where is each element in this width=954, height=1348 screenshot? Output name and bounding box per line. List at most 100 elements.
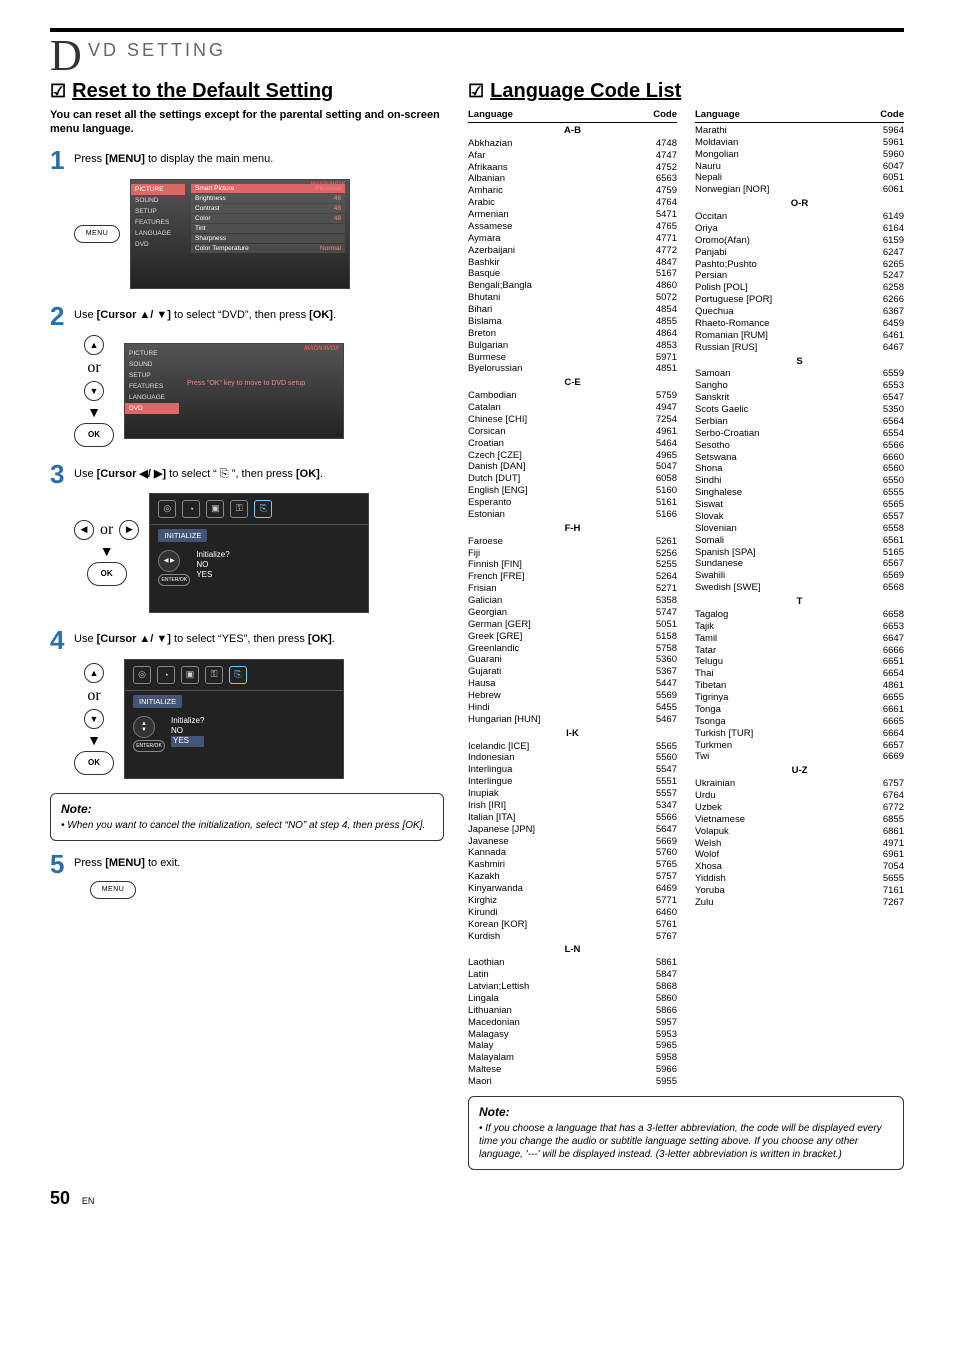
tv-main-menu: MAGNAVOX PICTURESOUNDSETUPFEATURESLANGUA… (130, 179, 350, 289)
lang-row: Dutch [DUT]6058 (468, 473, 677, 485)
step-3-text: Use [Cursor ◀/ ▶] to select “ ⎘ ”, then … (74, 461, 323, 481)
lang-row: Czech [CZE]4965 (468, 450, 677, 462)
lang-row: Volapuk6861 (695, 826, 904, 838)
t: [OK] (296, 468, 320, 480)
reset-intro: You can reset all the settings except fo… (50, 109, 444, 137)
step-4: 4 Use [Cursor ▲/ ▼] to select “YES”, the… (50, 627, 444, 653)
lang-row: Serbian6564 (695, 416, 904, 428)
arrow-down-icon: ▼ (100, 544, 114, 558)
lang-row: Gujarati5367 (468, 666, 677, 678)
step-1-text: Press [MENU] to display the main menu. (74, 147, 273, 165)
lang-row: Latvian;Lettish5868 (468, 981, 677, 993)
step-5: 5 Press [MENU] to exit. (50, 851, 444, 877)
lang-row: Kurdish5767 (468, 931, 677, 943)
step-3-num: 3 (50, 461, 74, 487)
cursor-down-button[interactable]: ▼ (84, 381, 104, 401)
tv-side-item: SOUND (125, 359, 179, 370)
lang-row: Greek [GRE]5158 (468, 631, 677, 643)
lang-row: Kinyarwanda6469 (468, 883, 677, 895)
lang-row: Yoruba7161 (695, 885, 904, 897)
lang-row: Tajik6653 (695, 621, 904, 633)
lang-row: Abkhazian4748 (468, 138, 677, 150)
cursor-left-button[interactable]: ◀ (74, 520, 94, 540)
lang-row: Hungarian [HUN]5467 (468, 714, 677, 726)
lang-group-label: O-R (695, 198, 904, 210)
lang-row: Italian [ITA]5566 (468, 812, 677, 824)
lang-row: Amharic4759 (468, 185, 677, 197)
t: Use (74, 468, 97, 480)
dvd-setup-screen: ◎ ◔ ▣ ⚿ ⎘ INITIALIZE ◀ ▶ ENTER/OK Initia (149, 493, 369, 613)
lang-row: Interlingua5547 (468, 764, 677, 776)
title-initial: D (50, 30, 82, 81)
init-yes: YES (196, 570, 229, 580)
tv-menu-rows: Smart PicturePersonalBrightness46Contras… (191, 184, 345, 254)
lang-row: Breton4864 (468, 328, 677, 340)
lang-row: Bihari4854 (468, 304, 677, 316)
lang-row: Romanian [RUM]6461 (695, 330, 904, 342)
t: [Cursor ▲/ ▼] (97, 309, 171, 321)
enter-ok-label: ENTER/OK (133, 740, 165, 752)
tv-side-item: FEATURES (131, 217, 185, 228)
lang-row: Xhosa7054 (695, 861, 904, 873)
col-head-code: Code (653, 109, 677, 121)
dvd-tab-icons: ◎ ◔ ▣ ⚿ ⎘ (150, 494, 368, 525)
step-4-graphic: ▲ or ▼ ▼ OK ◎ ◔ ▣ ⚿ ⎘ INITIALIZE (74, 659, 444, 779)
lang-row: Swedish [SWE]6568 (695, 582, 904, 594)
tv-side-item: SOUND (131, 195, 185, 206)
lang-row: Tonga6661 (695, 704, 904, 716)
lang-row: Setswana6660 (695, 452, 904, 464)
t: . (333, 309, 336, 321)
lang-row: Faroese5261 (468, 536, 677, 548)
note-title: Note: (479, 1105, 893, 1119)
menu-button[interactable]: MENU (74, 225, 120, 243)
enter-ok-label: ENTER/OK (158, 574, 190, 586)
step-4-text: Use [Cursor ▲/ ▼] to select “YES”, then … (74, 627, 335, 645)
step-3-graphic: ◀ or ▶ ▼ OK ◎ ◔ ▣ ⚿ ⎘ INITIALIZE (74, 493, 444, 613)
t: ”, then press (229, 468, 296, 480)
lang-row: Catalan4947 (468, 402, 677, 414)
step-2-num: 2 (50, 303, 74, 329)
ok-button[interactable]: OK (74, 423, 114, 447)
dvd-tab-icons: ◎ ◔ ▣ ⚿ ⎘ (125, 660, 343, 691)
init-icon: ⎘ (220, 468, 229, 480)
init-tab-label: INITIALIZE (133, 695, 182, 708)
cursor-down-button[interactable]: ▼ (84, 709, 104, 729)
lang-row: Esperanto5161 (468, 497, 677, 509)
lang-row: Bhutani5072 (468, 292, 677, 304)
lang-row: Somali6561 (695, 535, 904, 547)
lang-row: Tibetan4861 (695, 680, 904, 692)
lang-row: Lingala5860 (468, 993, 677, 1005)
tv-menu-row: Color48 (191, 214, 345, 223)
tv-dvd-select: MAGNAVOX PICTURESOUNDSETUPFEATURESLANGUA… (124, 343, 344, 439)
lang-row: Russian [RUS]6467 (695, 342, 904, 354)
ok-button[interactable]: OK (74, 751, 114, 775)
page-num-value: 50 (50, 1188, 70, 1208)
menu-button[interactable]: MENU (90, 881, 136, 899)
ok-button[interactable]: OK (87, 562, 127, 586)
lang-row: Azerbaijani4772 (468, 245, 677, 257)
lang-row: Quechua6367 (695, 306, 904, 318)
lang-row: Georgian5747 (468, 607, 677, 619)
lang-row: Pashto;Pushto6265 (695, 259, 904, 271)
lang-row: Burmese5971 (468, 352, 677, 364)
lang-group-label: F-H (468, 523, 677, 535)
t: [Cursor ◀/ ▶] (97, 468, 166, 480)
lang-row: Welsh4971 (695, 838, 904, 850)
tv-menu-row: Color TemperatureNormal (191, 244, 345, 253)
lang-row: Tigrinya6655 (695, 692, 904, 704)
title-rest: VD SETTING (88, 40, 226, 61)
lang-note-box: Note: If you choose a language that has … (468, 1096, 904, 1170)
tv-sidebar: PICTURESOUNDSETUPFEATURESLANGUAGEDVD (125, 348, 179, 414)
tv-sidebar: PICTURESOUNDSETUPFEATURESLANGUAGEDVD (131, 184, 185, 250)
lang-row: Slovak6557 (695, 511, 904, 523)
cursor-up-button[interactable]: ▲ (84, 335, 104, 355)
lang-row: Greenlandic5758 (468, 643, 677, 655)
arrow-down-icon: ▼ (87, 405, 101, 419)
lang-row: Maori5955 (468, 1076, 677, 1088)
lang-row: Sundanese6567 (695, 558, 904, 570)
lang-row: Kirundi6460 (468, 907, 677, 919)
lang-group-label: A-B (468, 125, 677, 137)
lang-row: Bashkir4847 (468, 257, 677, 269)
cursor-up-button[interactable]: ▲ (84, 663, 104, 683)
cursor-right-button[interactable]: ▶ (119, 520, 139, 540)
